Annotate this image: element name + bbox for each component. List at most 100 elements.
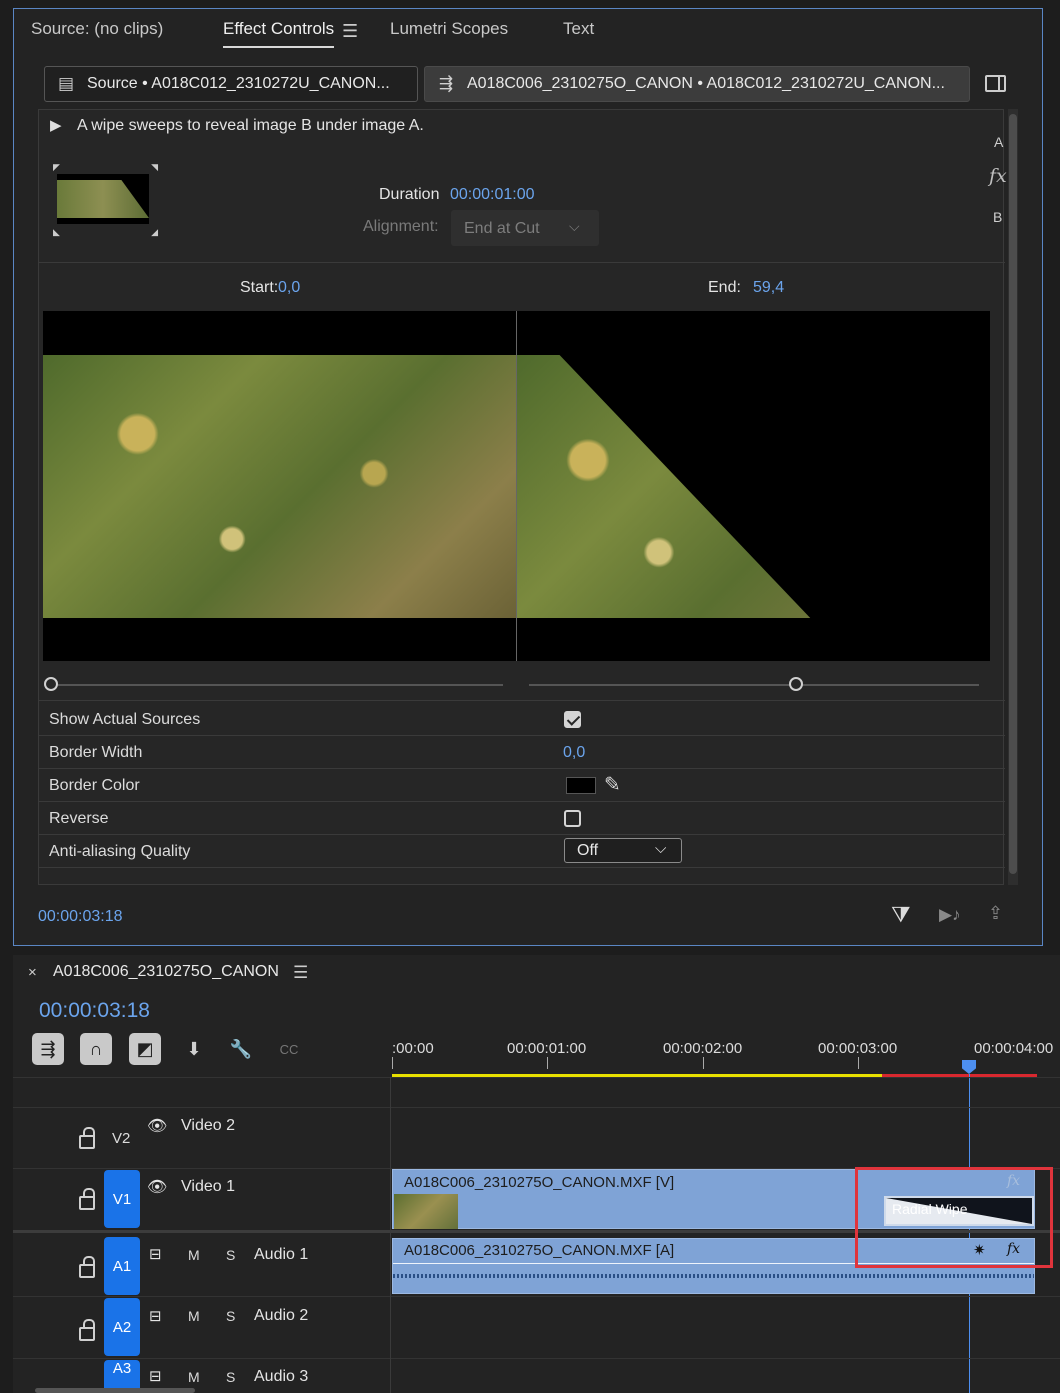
snap-magnet-icon[interactable]: ∩: [80, 1033, 112, 1065]
playhead-handle[interactable]: [962, 1060, 976, 1074]
border-color-swatch[interactable]: [566, 777, 596, 794]
ruler-label: 00:00:01:00: [507, 1040, 587, 1057]
property-row-reverse: Reverse: [39, 802, 1005, 835]
corner-arrow-icon: ◥: [151, 162, 158, 172]
property-row-show-actual-sources: Show Actual Sources: [39, 703, 1005, 736]
export-icon[interactable]: ⇪: [988, 903, 1003, 924]
thumbnail-image: [57, 180, 149, 218]
filter-icon[interactable]: ⧩: [891, 902, 911, 928]
property-name: Anti-aliasing Quality: [49, 843, 191, 860]
linked-selection-icon[interactable]: ◩: [129, 1033, 161, 1065]
chevron-down-icon: ⌵: [655, 840, 667, 857]
alignment-label: Alignment:: [363, 218, 439, 235]
transition-thumbnail[interactable]: ◤ ◥ ◣ ◢: [53, 162, 158, 238]
tree-image: [43, 355, 516, 618]
end-preview: [517, 311, 990, 661]
start-slider-knob[interactable]: [44, 677, 58, 691]
show-actual-sources-checkbox[interactable]: [564, 711, 581, 728]
anti-aliasing-dropdown[interactable]: Off ⌵: [564, 838, 682, 863]
toggle-timeline-view-icon[interactable]: [985, 75, 1006, 92]
add-marker-icon[interactable]: ⬇: [178, 1033, 210, 1065]
start-value[interactable]: 0,0: [278, 279, 300, 297]
audio-waveform: [393, 1274, 1034, 1278]
play-audio-icon[interactable]: ▶♪: [939, 905, 961, 925]
tab-lumetri-scopes[interactable]: Lumetri Scopes: [390, 19, 508, 39]
end-slider-knob[interactable]: [789, 677, 804, 691]
corner-arrow-icon: ◢: [151, 227, 158, 237]
target-track-a1[interactable]: A1: [104, 1237, 140, 1295]
tab-source[interactable]: Source: (no clips): [31, 19, 163, 39]
horizontal-scrollbar[interactable]: [35, 1388, 195, 1393]
target-track-a2[interactable]: A2: [104, 1298, 140, 1356]
track-name: Video 1: [181, 1178, 235, 1195]
property-row-anti-aliasing: Anti-aliasing Quality Off ⌵: [39, 835, 1005, 868]
clip-thumbnail: [394, 1194, 458, 1229]
mute-button[interactable]: M: [188, 1308, 200, 1324]
anti-aliasing-value: Off: [577, 842, 599, 859]
reverse-checkbox[interactable]: [564, 810, 581, 827]
alignment-dropdown[interactable]: End at Cut ⌵: [451, 210, 599, 246]
start-slider-track[interactable]: [58, 684, 503, 686]
end-value[interactable]: 59,4: [753, 279, 784, 297]
divider: [39, 262, 1005, 263]
sequence-clip-tab[interactable]: ⇶ A018C006_2310275O_CANON • A018C012_231…: [424, 66, 970, 102]
tab-effect-controls[interactable]: Effect Controls: [223, 19, 335, 48]
eye-icon[interactable]: 👁: [147, 1116, 167, 1136]
eyedropper-icon[interactable]: ✎: [604, 772, 621, 797]
lock-icon[interactable]: [79, 1188, 95, 1210]
property-row-border-color: Border Color ✎: [39, 769, 1005, 802]
solo-button[interactable]: S: [226, 1308, 235, 1324]
clip-name: A018C006_2310275O_CANON.MXF [A]: [404, 1242, 675, 1259]
property-name: Show Actual Sources: [49, 711, 201, 728]
solo-button[interactable]: S: [226, 1247, 235, 1263]
sequence-icon: ⇶: [438, 74, 454, 93]
track-name: Audio 1: [254, 1246, 309, 1263]
voiceover-record-icon[interactable]: ⊟: [149, 1367, 162, 1385]
mute-button[interactable]: M: [188, 1369, 200, 1385]
lock-icon[interactable]: [79, 1127, 95, 1149]
play-transition-icon[interactable]: ▶: [50, 116, 62, 134]
source-clip-tab[interactable]: ▤ Source • A018C012_2310272U_CANON...: [44, 66, 418, 102]
vertical-scrollbar[interactable]: [1008, 109, 1018, 885]
border-width-value[interactable]: 0,0: [563, 744, 585, 762]
timeline-timecode[interactable]: 00:00:03:18: [39, 999, 150, 1023]
ruler-label: 00:00:02:00: [663, 1040, 743, 1057]
sequence-tab-name[interactable]: A018C006_2310275O_CANON: [53, 963, 279, 981]
duration-value[interactable]: 00:00:01:00: [450, 186, 535, 204]
lock-icon[interactable]: [79, 1256, 95, 1278]
end-slider-track[interactable]: [529, 684, 979, 686]
wrench-settings-icon[interactable]: 🔧: [225, 1033, 257, 1065]
track-b-label: B: [993, 209, 1003, 225]
duration-label: Duration: [379, 186, 440, 203]
effect-controls-body: ▶ A wipe sweeps to reveal image B under …: [38, 109, 1007, 885]
voiceover-record-icon[interactable]: ⊟: [149, 1245, 162, 1263]
end-label: End:: [708, 279, 741, 296]
target-track-v1[interactable]: V1: [104, 1170, 140, 1228]
ruler-label: :00:00: [392, 1040, 434, 1057]
tab-text[interactable]: Text: [563, 19, 594, 39]
eye-icon[interactable]: 👁: [147, 1177, 167, 1197]
ec-timecode[interactable]: 00:00:03:18: [38, 908, 123, 926]
lock-icon[interactable]: [79, 1319, 95, 1341]
track-name: Audio 3: [254, 1368, 309, 1385]
insert-nest-tool-icon[interactable]: ⇶: [32, 1033, 64, 1065]
close-icon[interactable]: ×: [28, 964, 37, 981]
highlight-box: [855, 1167, 1053, 1268]
property-name: Reverse: [49, 810, 109, 827]
start-label: Start:: [240, 279, 279, 296]
property-name: Border Width: [49, 744, 143, 761]
voiceover-record-icon[interactable]: ⊟: [149, 1307, 162, 1325]
solo-button[interactable]: S: [226, 1369, 235, 1385]
mute-button[interactable]: M: [188, 1247, 200, 1263]
panel-menu-icon[interactable]: ☰: [293, 963, 308, 983]
captions-icon[interactable]: CC: [273, 1033, 305, 1065]
source-clip-icon: ▤: [57, 74, 75, 93]
property-name: Border Color: [49, 777, 140, 794]
fx-icon: fx: [989, 165, 1007, 187]
alignment-value: End at Cut: [464, 220, 540, 237]
ruler-label: 00:00:04:00: [974, 1040, 1054, 1057]
track-id[interactable]: V2: [112, 1130, 130, 1147]
source-clip-label: Source • A018C012_2310272U_CANON...: [87, 75, 390, 92]
panel-menu-icon[interactable]: ☰: [342, 21, 358, 42]
track-name: Video 2: [181, 1117, 235, 1134]
